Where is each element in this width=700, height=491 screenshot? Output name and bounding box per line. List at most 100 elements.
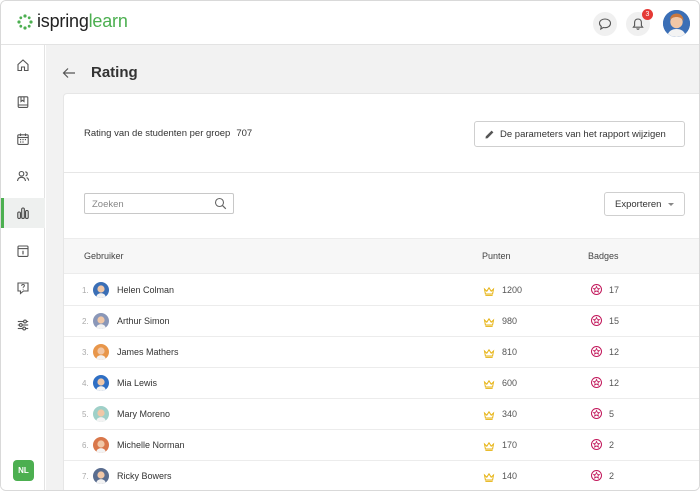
- rank-number: 5.: [82, 410, 89, 419]
- rank-number: 4.: [82, 379, 89, 388]
- column-header-user[interactable]: Gebruiker: [84, 251, 124, 261]
- user-avatar-small[interactable]: [93, 406, 109, 422]
- user-name-link[interactable]: Mia Lewis: [117, 378, 157, 388]
- main-content: Rating Rating van de studenten per groep…: [46, 45, 699, 490]
- user-avatar-small[interactable]: [93, 468, 109, 484]
- report-subtitle-text: Rating van de studenten per groep: [84, 128, 231, 139]
- user-name-link[interactable]: Mary Moreno: [117, 409, 170, 419]
- report-card: Rating van de studenten per groep 707 De …: [63, 93, 699, 490]
- badge-icon: [590, 314, 603, 332]
- sidebar-item-users[interactable]: [1, 161, 45, 191]
- rank-number: 2.: [82, 317, 89, 326]
- badges-value: 2: [609, 471, 615, 481]
- top-bar: ispringlearn 3: [1, 1, 699, 45]
- sidebar-item-calendar[interactable]: [1, 124, 45, 154]
- info-icon: [17, 245, 29, 257]
- bar-chart-icon: [17, 207, 29, 220]
- search-input[interactable]: [85, 195, 205, 214]
- chat-icon: [598, 18, 612, 31]
- badges-value: 2: [609, 440, 615, 450]
- student-count: 707: [236, 128, 253, 139]
- sidebar-item-info[interactable]: [1, 236, 45, 266]
- sidebar-item-help[interactable]: [1, 273, 45, 303]
- sidebar-item-reports[interactable]: [1, 198, 45, 228]
- user-avatar-small[interactable]: [93, 313, 109, 329]
- column-header-badges[interactable]: Badges: [588, 251, 619, 261]
- user-name-link[interactable]: Ricky Bowers: [117, 471, 172, 481]
- edit-report-parameters-button[interactable]: De parameters van het rapport wijzigen: [474, 121, 685, 147]
- help-icon: [17, 282, 29, 295]
- badges-value: 12: [609, 378, 620, 388]
- user-name-link[interactable]: Michelle Norman: [117, 440, 185, 450]
- badge-icon: [590, 283, 603, 301]
- points-value: 980: [502, 316, 518, 326]
- user-name-link[interactable]: Arthur Simon: [117, 316, 170, 326]
- notification-count-badge: 3: [642, 9, 653, 20]
- user-avatar-small[interactable]: [93, 344, 109, 360]
- points-value: 810: [502, 347, 518, 357]
- sidebar: NL: [1, 45, 45, 490]
- sidebar-item-home[interactable]: [1, 50, 45, 80]
- table-row[interactable]: 5. Mary Moreno 340 5: [64, 399, 699, 430]
- column-header-points[interactable]: Punten: [482, 251, 511, 261]
- crown-icon: [483, 439, 495, 457]
- account-initials-button[interactable]: NL: [13, 460, 34, 481]
- crown-icon: [483, 346, 495, 364]
- table-row[interactable]: 4. Mia Lewis 600 12: [64, 368, 699, 399]
- edit-report-parameters-label: De parameters van het rapport wijzigen: [500, 128, 666, 140]
- badges-value: 12: [609, 347, 620, 357]
- sidebar-item-courses[interactable]: [1, 87, 45, 117]
- logo-text-secondary: learn: [88, 11, 128, 31]
- table-row[interactable]: 7. Ricky Bowers 140 2: [64, 461, 699, 490]
- crown-icon: [483, 284, 495, 302]
- badges-value: 15: [609, 316, 620, 326]
- app-window: ispringlearn 3 NL Rating Rating van de s…: [0, 0, 700, 491]
- badge-icon: [590, 376, 603, 394]
- crown-icon: [483, 408, 495, 426]
- user-avatar-image: [663, 10, 690, 37]
- points-value: 340: [502, 409, 518, 419]
- report-subtitle: Rating van de studenten per groep 707: [84, 128, 252, 139]
- notifications-button[interactable]: 3: [626, 9, 653, 36]
- points-value: 170: [502, 440, 518, 450]
- search-box[interactable]: [84, 193, 234, 214]
- bell-icon: [632, 18, 644, 30]
- divider: [64, 172, 699, 173]
- caret-down-icon: [668, 203, 674, 206]
- user-avatar[interactable]: [663, 10, 690, 37]
- table-row[interactable]: 3. James Mathers 810 12: [64, 337, 699, 368]
- rank-number: 6.: [82, 441, 89, 450]
- badge-icon: [590, 438, 603, 456]
- user-name-link[interactable]: James Mathers: [117, 347, 179, 357]
- user-avatar-small[interactable]: [93, 437, 109, 453]
- pencil-icon: [485, 130, 494, 138]
- back-button[interactable]: [62, 66, 76, 84]
- rank-number: 7.: [82, 472, 89, 481]
- export-label: Exporteren: [615, 198, 662, 210]
- logo[interactable]: ispringlearn: [17, 11, 128, 32]
- table-row[interactable]: 2. Arthur Simon 980 15: [64, 306, 699, 337]
- calendar-icon: [17, 133, 29, 145]
- sidebar-item-settings[interactable]: [1, 310, 45, 340]
- table-row[interactable]: 6. Michelle Norman 170 2: [64, 430, 699, 461]
- user-name-link[interactable]: Helen Colman: [117, 285, 174, 295]
- logo-icon: [17, 13, 33, 30]
- logo-text-primary: ispring: [37, 11, 89, 31]
- points-value: 600: [502, 378, 518, 388]
- chat-button[interactable]: [593, 12, 617, 36]
- user-avatar-small[interactable]: [93, 282, 109, 298]
- table-header: Gebruiker Punten Badges: [64, 238, 699, 274]
- users-icon: [16, 170, 30, 182]
- user-avatar-small[interactable]: [93, 375, 109, 391]
- table-row[interactable]: 1. Helen Colman 1200 17: [64, 275, 699, 306]
- search-icon[interactable]: [214, 197, 227, 215]
- badge-icon: [590, 469, 603, 487]
- page-title: Rating: [91, 64, 138, 81]
- book-icon: [17, 96, 29, 108]
- badge-icon: [590, 345, 603, 363]
- sliders-icon: [17, 319, 29, 331]
- export-dropdown[interactable]: Exporteren: [604, 192, 685, 216]
- badges-value: 5: [609, 409, 615, 419]
- crown-icon: [483, 377, 495, 395]
- points-value: 140: [502, 471, 518, 481]
